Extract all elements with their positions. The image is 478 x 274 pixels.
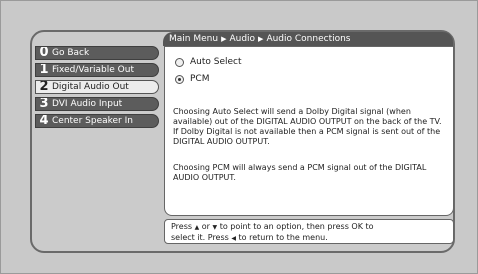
breadcrumb-audio-connections: Audio Connections [266, 34, 351, 44]
description-pcm: Choosing PCM will always send a PCM sign… [173, 163, 427, 182]
help-text-part: to point to an option, then press OK to [219, 222, 374, 231]
left-arrow-icon: ◀ [231, 235, 236, 242]
help-text-part: select it. Press [171, 233, 229, 242]
description-auto-select: Choosing Auto Select will send a Dolby D… [173, 107, 442, 146]
menu-item-number: 2 [39, 80, 49, 94]
breadcrumb: Main Menu ▶ Audio ▶ Audio Connections [163, 32, 453, 46]
menu-item-number: 4 [39, 114, 49, 128]
help-text: Press ▲ or ▼ to point to an option, then… [164, 219, 454, 244]
breadcrumb-separator-icon: ▶ [221, 35, 227, 43]
menu-item-center-speaker-in[interactable]: 4 Center Speaker In [35, 114, 159, 128]
help-text-part: or [201, 222, 210, 231]
help-text-part: Press [171, 222, 193, 231]
radio-unselected-icon[interactable] [175, 57, 184, 67]
radio-selected-icon[interactable] [175, 74, 184, 84]
breadcrumb-audio: Audio [229, 34, 256, 44]
option-pcm[interactable]: PCM [175, 74, 209, 84]
menu-item-number: 1 [39, 63, 49, 77]
menu-item-label: DVI Audio Input [52, 99, 123, 109]
side-menu: 0 Go Back 1 Fixed/Variable Out 2 Digital… [35, 46, 159, 131]
menu-item-fixed-variable-out[interactable]: 1 Fixed/Variable Out [35, 63, 159, 77]
option-auto-select[interactable]: Auto Select [175, 57, 242, 67]
menu-item-label: Go Back [52, 48, 90, 58]
option-label: PCM [190, 74, 210, 84]
option-label: Auto Select [190, 57, 242, 67]
breadcrumb-separator-icon: ▶ [258, 35, 264, 43]
menu-item-dvi-audio-input[interactable]: 3 DVI Audio Input [35, 97, 159, 111]
menu-item-label: Fixed/Variable Out [52, 65, 134, 75]
up-arrow-icon: ▲ [194, 224, 200, 231]
menu-item-number: 3 [39, 97, 49, 111]
help-text-part: to return to the menu. [238, 233, 328, 242]
menu-item-number: 0 [39, 46, 49, 60]
menu-item-digital-audio-out[interactable]: 2 Digital Audio Out [35, 80, 159, 94]
menu-item-label: Digital Audio Out [52, 82, 129, 92]
breadcrumb-main-menu: Main Menu [169, 34, 219, 44]
menu-item-label: Center Speaker In [52, 116, 133, 126]
down-arrow-icon: ▼ [212, 224, 218, 231]
content-box: Auto Select PCM Choosing Auto Select wil… [164, 46, 454, 216]
menu-item-go-back[interactable]: 0 Go Back [35, 46, 159, 60]
